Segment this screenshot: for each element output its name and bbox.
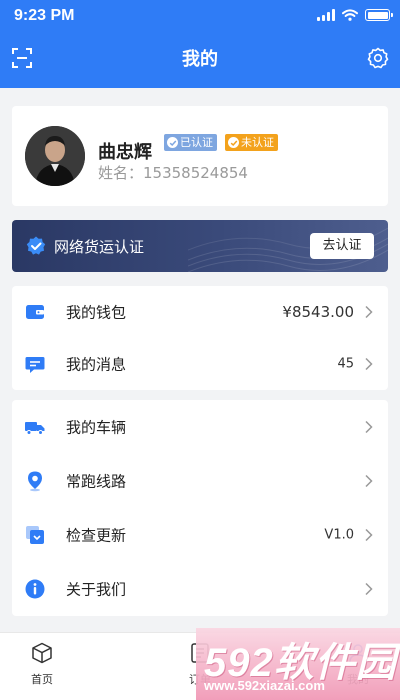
chevron-right-icon bbox=[365, 528, 373, 542]
menu-group-account: 我的钱包 ¥8543.00 我的消息 45 bbox=[12, 286, 388, 390]
check-icon bbox=[228, 137, 239, 148]
info-icon bbox=[25, 579, 45, 599]
update-icon bbox=[26, 526, 44, 544]
gear-icon[interactable] bbox=[366, 46, 390, 70]
go-certify-button[interactable]: 去认证 bbox=[310, 233, 374, 259]
menu-item-messages[interactable]: 我的消息 45 bbox=[12, 338, 388, 390]
menu-item-routes[interactable]: 常跑线路 bbox=[12, 454, 388, 508]
shield-check-icon bbox=[26, 236, 46, 255]
check-icon bbox=[167, 137, 178, 148]
avatar-photo bbox=[25, 126, 85, 186]
chevron-right-icon bbox=[365, 474, 373, 488]
avatar[interactable] bbox=[25, 126, 85, 186]
wifi-icon bbox=[342, 9, 358, 21]
menu-group-settings: 我的车辆 常跑线路 检查更新 V1.0 关于我们 bbox=[12, 400, 388, 616]
menu-item-label: 我的消息 bbox=[66, 355, 127, 374]
menu-item-label: 关于我们 bbox=[66, 580, 127, 599]
status-icons bbox=[317, 9, 393, 21]
status-time: 9:23 PM bbox=[14, 7, 75, 24]
chevron-right-icon bbox=[365, 357, 373, 371]
signal-icon bbox=[317, 9, 335, 21]
menu-item-wallet[interactable]: 我的钱包 ¥8543.00 bbox=[12, 286, 388, 338]
chevron-right-icon bbox=[365, 305, 373, 319]
freight-certification-banner: 网络货运认证 去认证 bbox=[12, 220, 388, 272]
home-box-icon bbox=[32, 642, 52, 664]
chevron-right-icon bbox=[365, 420, 373, 434]
menu-item-label: 常跑线路 bbox=[66, 472, 127, 491]
banner-text: 网络货运认证 bbox=[54, 238, 145, 256]
message-count: 45 bbox=[337, 356, 354, 372]
verified-badge: 已认证 bbox=[164, 134, 217, 151]
battery-icon bbox=[365, 9, 393, 21]
truck-icon bbox=[25, 422, 45, 435]
user-phone: 姓名：15358524854 bbox=[98, 164, 248, 182]
verified-badge-label: 已认证 bbox=[180, 136, 213, 149]
menu-item-check-update[interactable]: 检查更新 V1.0 bbox=[12, 508, 388, 562]
unverified-badge: 未认证 bbox=[225, 134, 278, 151]
menu-item-about-us[interactable]: 关于我们 bbox=[12, 562, 388, 616]
menu-item-label: 我的车辆 bbox=[66, 418, 127, 437]
location-pin-icon bbox=[28, 471, 42, 492]
menu-item-vehicles[interactable]: 我的车辆 bbox=[12, 400, 388, 454]
app-version: V1.0 bbox=[324, 527, 354, 543]
message-icon bbox=[25, 357, 45, 373]
status-bar: 9:23 PM bbox=[0, 0, 400, 34]
user-name: 曲忠辉 bbox=[98, 142, 152, 163]
app-header: 9:23 PM 我的 bbox=[0, 0, 400, 88]
profile-card[interactable]: 曲忠辉 已认证 未认证 姓名：15358524854 bbox=[12, 106, 388, 206]
page-title: 我的 bbox=[182, 49, 218, 70]
menu-item-label: 我的钱包 bbox=[66, 303, 127, 322]
wallet-balance: ¥8543.00 bbox=[282, 303, 354, 321]
tab-label: 首页 bbox=[31, 673, 53, 686]
watermark-url: www.592xiazai.com bbox=[204, 678, 325, 693]
wallet-icon bbox=[26, 305, 44, 319]
tab-home[interactable]: 首页 bbox=[12, 641, 72, 687]
chevron-right-icon bbox=[365, 582, 373, 596]
menu-item-label: 检查更新 bbox=[66, 526, 127, 545]
watermark: 592软件园 www.592xiazai.com bbox=[196, 628, 400, 700]
unverified-badge-label: 未认证 bbox=[241, 136, 274, 149]
